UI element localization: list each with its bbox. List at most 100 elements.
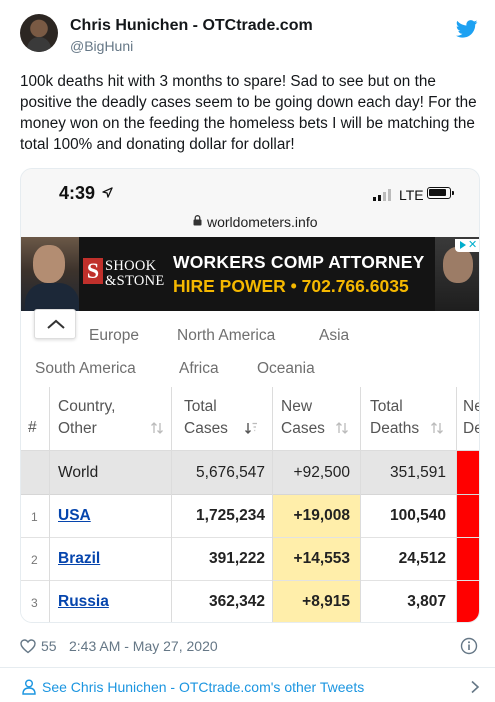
world-total-cases: 5,676,547 [196,464,265,481]
ad-cta: HIRE POWER • 702.766.6035 [173,276,409,296]
tweet-timestamp[interactable]: 2:43 AM - May 27, 2020 [69,638,218,654]
twitter-bird-icon[interactable] [456,20,478,38]
column-divider [272,387,273,622]
ad-banner[interactable]: S SHOOK &STONE WORKERS COMP ATTORNEY HIR… [21,237,479,311]
network-type: LTE [399,187,424,203]
tab-north-america[interactable]: North America [177,327,275,345]
world-total-deaths: 351,591 [389,464,446,481]
sort-icon[interactable] [430,421,444,435]
new-deaths-highlight [456,538,479,580]
row-new-cases: +8,915 [302,593,350,610]
country-link-usa[interactable]: USA [58,507,91,525]
tab-oceania[interactable]: Oceania [257,360,315,378]
display-name[interactable]: Chris Hunichen - OTCtrade.com [70,17,313,35]
info-icon[interactable] [460,637,478,655]
column-divider [49,387,50,622]
country-link-russia[interactable]: Russia [58,593,109,611]
header-total-cases-line1: Total [184,398,217,415]
header-new-deaths[interactable]: Ne De [463,396,479,440]
tweet-media-screenshot[interactable]: 4:39 LTE worldometers.info S SHOOK &STON… [20,168,480,623]
header-new-deaths-line2: De [463,420,479,437]
tweet-meta: 55 2:43 AM - May 27, 2020 [20,637,480,657]
column-divider [360,387,361,622]
header-total-deaths-line2: Deaths [370,420,420,437]
like-count[interactable]: 55 [41,638,57,654]
person-icon [22,679,36,695]
table-row: 2 Brazil 391,222 +14,553 24,512 [21,538,479,581]
column-divider [456,387,457,622]
row-rank: 3 [31,596,38,610]
header-total-deaths-line1: Total [370,398,403,415]
battery-nub [452,191,454,195]
column-divider [171,387,172,622]
row-new-cases: +14,553 [293,550,350,567]
world-label: World [58,464,99,481]
sort-icon[interactable] [335,421,349,435]
lock-icon [193,215,202,226]
sort-icon[interactable] [150,421,164,435]
header-country[interactable]: Country, Other [58,396,115,440]
collapse-button[interactable] [34,309,76,339]
row-total-cases: 1,725,234 [196,507,265,524]
ad-headline: WORKERS COMP ATTORNEY [173,252,425,272]
tweet-text: 100k deaths hit with 3 months to spare! … [20,73,477,153]
new-deaths-highlight [456,581,479,622]
tab-europe[interactable]: Europe [89,327,139,345]
user-handle[interactable]: @BigHuni [70,38,133,54]
sort-desc-icon[interactable] [244,421,258,435]
ad-choices-button[interactable]: ✕ [455,239,479,252]
chevron-up-icon [47,319,65,329]
header-total-deaths[interactable]: Total Deaths [370,396,419,440]
footer-divider [0,667,495,668]
table-row: 3 Russia 362,342 +8,915 3,807 [21,581,479,622]
tab-africa[interactable]: Africa [179,360,219,378]
header-total-cases-line2: Cases [184,420,228,437]
header-country-line1: Country, [58,398,116,415]
header-country-line2: Other [58,420,97,437]
header-rank[interactable]: # [28,417,37,439]
cell-signal-icon [373,189,391,201]
world-new-cases: +92,500 [293,464,350,481]
header-new-cases[interactable]: New Cases [281,396,325,440]
row-total-deaths: 3,807 [407,593,446,610]
table-row-world: World 5,676,547 +92,500 351,591 [21,451,479,495]
ad-choices-icon [460,241,466,249]
row-rank: 2 [31,553,38,567]
heart-icon[interactable] [20,639,36,654]
other-tweets-text[interactable]: See Chris Hunichen - OTCtrade.com's othe… [42,679,364,695]
world-new-deaths-highlight [456,451,479,494]
ad-logo-line1: SHOOK [105,258,157,274]
chevron-right-icon[interactable] [470,680,480,694]
table-header-row: # Country, Other Total Cases New Cases T… [21,387,479,451]
avatar[interactable] [20,14,58,52]
battery-icon [427,187,451,199]
url-text[interactable]: worldometers.info [207,214,318,230]
row-rank: 1 [31,510,38,524]
table-row: 1 USA 1,725,234 +19,008 100,540 [21,495,479,538]
new-deaths-highlight [456,495,479,537]
browser-url-bar[interactable]: worldometers.info [21,209,479,237]
ad-logo-mark: S [83,258,103,284]
row-new-cases: +19,008 [293,507,350,524]
location-arrow-icon [102,187,113,198]
header-new-cases-line1: New [281,398,313,415]
ad-logo-line2: &STONE [105,273,165,289]
ad-logo-text: SHOOK &STONE [105,259,165,289]
phone-clock: 4:39 [59,183,96,203]
continent-tabs: Europe North America Asia South America … [21,309,479,387]
country-link-brazil[interactable]: Brazil [58,550,100,568]
tab-south-america[interactable]: South America [35,360,136,378]
row-total-deaths: 24,512 [398,550,446,567]
header-new-cases-line2: Cases [281,420,325,437]
header-new-deaths-line1: Ne [463,398,479,415]
row-total-cases: 391,222 [208,550,265,567]
header-total-cases[interactable]: Total Cases [184,396,228,440]
covid-stats-table: # Country, Other Total Cases New Cases T… [21,387,479,622]
ad-attorney-photo-left [21,237,79,311]
other-tweets-link[interactable]: See Chris Hunichen - OTCtrade.com's othe… [22,678,482,698]
tab-asia[interactable]: Asia [319,327,349,345]
row-total-cases: 362,342 [208,593,265,610]
tweet-header: Chris Hunichen - OTCtrade.com @BigHuni [20,14,480,58]
ad-close-icon[interactable]: ✕ [468,239,477,252]
row-total-deaths: 100,540 [389,507,446,524]
